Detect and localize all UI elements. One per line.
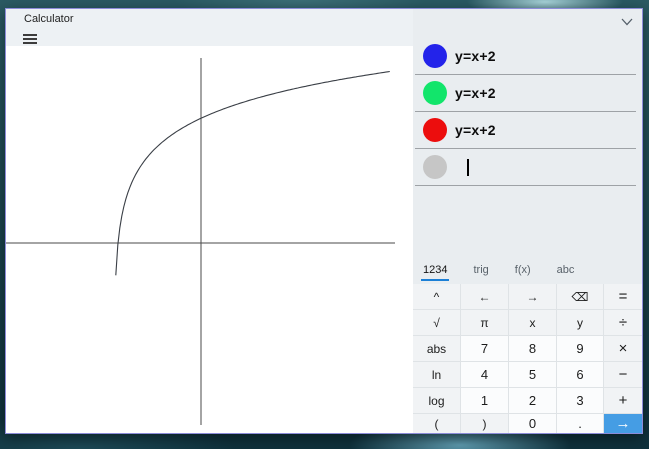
key-var-x[interactable]: x	[509, 310, 556, 335]
key-one[interactable]: 1	[461, 388, 508, 413]
graph-plot	[6, 46, 413, 433]
desktop: { "window": { "title": "Calculator", "co…	[0, 0, 649, 449]
key-pi[interactable]: π	[461, 310, 508, 335]
equation-text[interactable]: y=x+2	[455, 122, 496, 138]
key-decimal[interactable]: .	[557, 414, 603, 433]
text-cursor	[467, 159, 469, 176]
key-divide[interactable]: ÷	[604, 310, 642, 335]
chevron-down-icon[interactable]	[621, 18, 633, 26]
key-four[interactable]: 4	[461, 362, 508, 387]
key-eight[interactable]: 8	[509, 336, 556, 361]
equation-color-dot[interactable]	[423, 44, 447, 68]
key-two[interactable]: 2	[509, 388, 556, 413]
key-three[interactable]: 3	[557, 388, 603, 413]
keypad-tabs: 1234 trig f(x) abc	[413, 256, 642, 284]
tab-abc[interactable]: abc	[555, 264, 577, 281]
key-abs[interactable]: abs	[413, 336, 460, 361]
key-var-y[interactable]: y	[557, 310, 603, 335]
key-minus[interactable]: −	[604, 362, 642, 387]
equation-text[interactable]: y=x+2	[455, 85, 496, 101]
key-zero[interactable]: 0	[509, 414, 556, 433]
graph-canvas[interactable]	[6, 46, 413, 433]
keypad: ^←→⌫=√πxy÷abs789×ln456−log123+()0.→	[413, 284, 642, 433]
key-ln[interactable]: ln	[413, 362, 460, 387]
key-six[interactable]: 6	[557, 362, 603, 387]
tab-1234[interactable]: 1234	[421, 264, 449, 281]
hamburger-menu-icon[interactable]	[23, 34, 37, 44]
key-five[interactable]: 5	[509, 362, 556, 387]
key-nine[interactable]: 9	[557, 336, 603, 361]
key-close-paren[interactable]: )	[461, 414, 508, 433]
key-enter[interactable]: →	[604, 414, 642, 433]
key-log[interactable]: log	[413, 388, 460, 413]
equation-panel: y=x+2y=x+2y=x+2 1234trigf(x)abc ^←→⌫=√πx…	[413, 9, 642, 433]
calculator-window: Calculator – □ × y=x+2y=x+2y=x+2 1234tri…	[5, 8, 643, 434]
equation-list: y=x+2 y=x+2 y=x+2	[413, 38, 642, 186]
key-equals[interactable]: =	[604, 284, 642, 309]
equation-color-dot[interactable]	[423, 118, 447, 142]
key-seven[interactable]: 7	[461, 336, 508, 361]
tab-trig[interactable]: trig	[471, 264, 490, 281]
equation-row[interactable]: y=x+2	[415, 75, 636, 112]
key-backspace[interactable]: ⌫	[557, 284, 603, 309]
function-curve	[116, 72, 390, 276]
key-plus[interactable]: +	[604, 388, 642, 413]
equation-color-dot[interactable]	[423, 155, 447, 179]
key-arrow-left[interactable]: ←	[461, 284, 508, 309]
key-multiply[interactable]: ×	[604, 336, 642, 361]
key-open-paren[interactable]: (	[413, 414, 460, 433]
equation-row[interactable]: y=x+2	[415, 38, 636, 75]
equation-row[interactable]: y=x+2	[415, 112, 636, 149]
equation-text[interactable]: y=x+2	[455, 48, 496, 64]
tab-fx[interactable]: f(x)	[513, 264, 533, 281]
equation-row[interactable]	[415, 149, 636, 186]
window-title: Calculator	[24, 13, 74, 25]
equation-color-dot[interactable]	[423, 81, 447, 105]
key-caret[interactable]: ^	[413, 284, 460, 309]
key-sqrt[interactable]: √	[413, 310, 460, 335]
key-arrow-right[interactable]: →	[509, 284, 556, 309]
